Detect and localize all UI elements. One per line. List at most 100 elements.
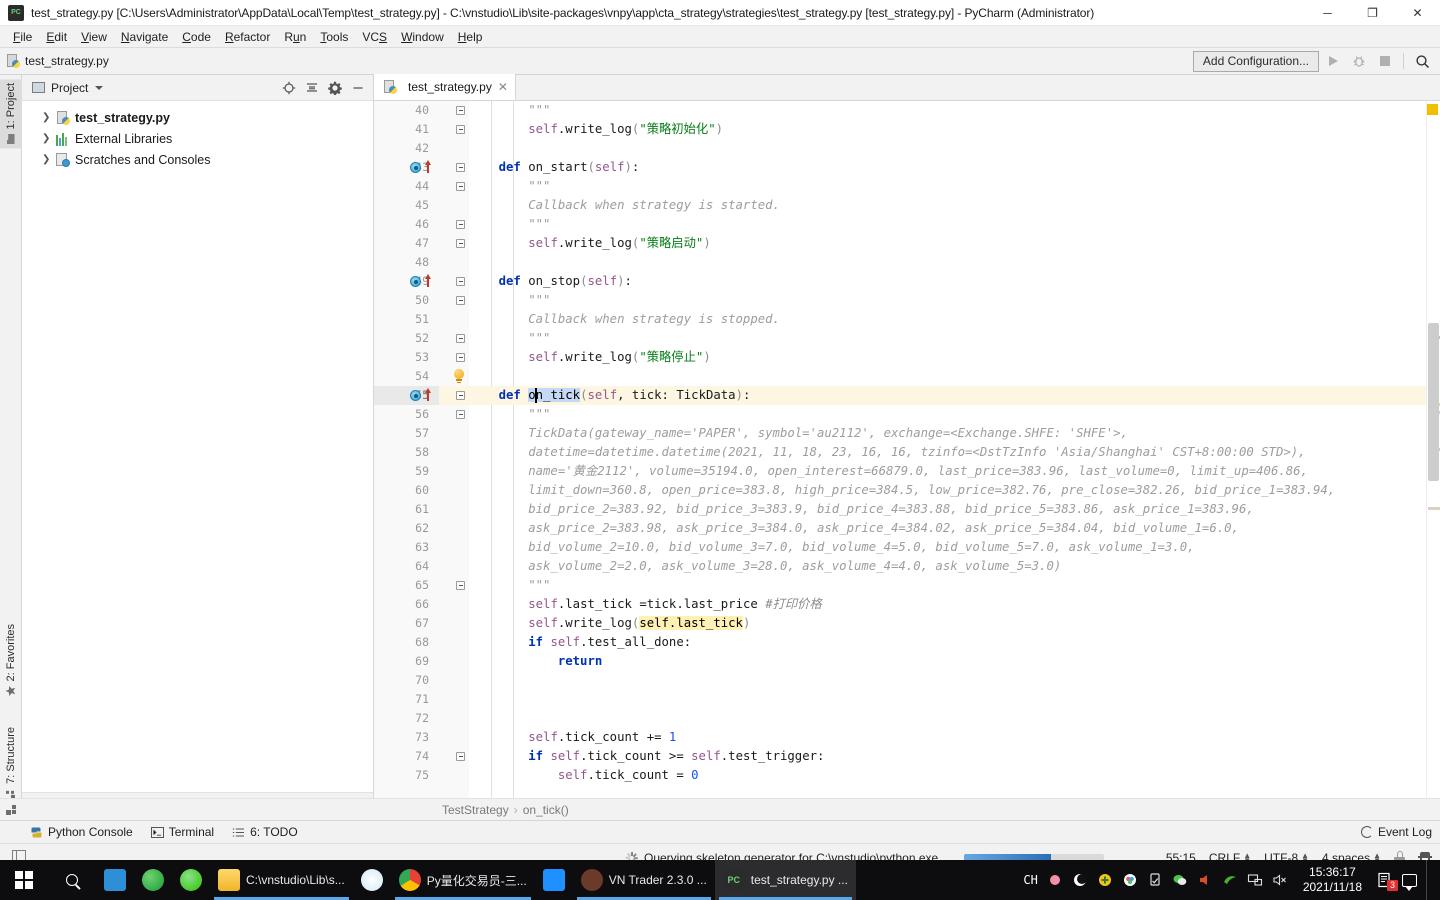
event-log-button[interactable]: Event Log <box>1360 820 1432 843</box>
code-line[interactable] <box>469 367 1426 386</box>
maximize-button[interactable]: ❐ <box>1350 0 1395 26</box>
gutter-row[interactable] <box>439 614 469 633</box>
sidebar-item-project[interactable]: 1: Project <box>0 79 22 149</box>
wechat-icon[interactable] <box>172 860 210 900</box>
editor-body[interactable]: 40 41 42 43 44 45 46 47 48 49 50 51 52 53 54 55 56 57 58 59… <box>374 101 1440 815</box>
gutter-row[interactable] <box>439 215 469 234</box>
gutter-row[interactable] <box>439 291 469 310</box>
fold-icon[interactable] <box>456 334 465 343</box>
code-line[interactable]: datetime=datetime.datetime(2021, 11, 18,… <box>469 443 1426 462</box>
code-line[interactable]: self.tick_count += 1 <box>469 728 1426 747</box>
gutter-row[interactable] <box>439 538 469 557</box>
chevron-right-icon[interactable]: ❯ <box>42 133 53 144</box>
ime-indicator[interactable]: CH <box>1023 873 1037 887</box>
menu-refactor[interactable]: Refactor <box>218 28 277 46</box>
taskbar-app-vntrader[interactable]: VN Trader 2.3.0 ... <box>573 860 715 900</box>
code-line[interactable]: ask_volume_2=2.0, ask_volume_3=28.0, ask… <box>469 557 1426 576</box>
gutter-row[interactable] <box>439 728 469 747</box>
gutter-row[interactable] <box>439 329 469 348</box>
toolbar-file-label[interactable]: test_strategy.py <box>25 54 109 68</box>
code-line[interactable]: self.write_log("策略停止") <box>469 348 1426 367</box>
show-desktop-button[interactable] <box>1426 860 1432 900</box>
fold-icon[interactable] <box>456 125 465 134</box>
gutter-row[interactable] <box>439 690 469 709</box>
fold-icon[interactable] <box>456 106 465 115</box>
fold-icon[interactable] <box>456 277 465 286</box>
notification-list-icon[interactable]: 3 <box>1377 872 1398 891</box>
taskbar-app-chrome[interactable]: Py量化交易员-三... <box>391 860 535 900</box>
settings-gear-icon[interactable] <box>324 77 346 99</box>
editor-scrollbar-thumb[interactable] <box>1428 323 1439 481</box>
chevron-right-icon[interactable]: ❯ <box>42 154 53 165</box>
code-line[interactable]: ask_price_2=383.98, ask_price_3=384.0, a… <box>469 519 1426 538</box>
code-line[interactable]: """ <box>469 215 1426 234</box>
code-line[interactable] <box>469 671 1426 690</box>
gutter-row[interactable] <box>439 139 469 158</box>
intention-bulb-icon[interactable] <box>453 369 465 383</box>
gutter-row[interactable] <box>439 272 469 291</box>
fold-icon[interactable] <box>456 163 465 172</box>
menu-help[interactable]: Help <box>451 28 490 46</box>
code-line[interactable]: self.last_tick =tick.last_price #打印价格 <box>469 595 1426 614</box>
sakura-icon[interactable] <box>1047 872 1063 888</box>
gutter-row[interactable] <box>439 747 469 766</box>
search-icon[interactable] <box>48 860 96 900</box>
gutter-row[interactable] <box>439 234 469 253</box>
wechat-tray-icon[interactable] <box>1172 872 1188 888</box>
speaker-icon[interactable] <box>1197 872 1213 888</box>
breakpoint-icon[interactable] <box>410 276 421 287</box>
gutter-row[interactable] <box>439 386 469 405</box>
sidebar-item-structure[interactable]: 7: Structure <box>0 723 22 803</box>
gutter-row[interactable] <box>439 120 469 139</box>
chevron-down-icon[interactable] <box>95 85 104 90</box>
search-everywhere-icon[interactable] <box>1410 50 1434 72</box>
marker[interactable] <box>1428 507 1440 510</box>
tab-test-strategy[interactable]: test_strategy.py ✕ <box>374 74 516 100</box>
gutter-row[interactable] <box>439 557 469 576</box>
stop-icon[interactable] <box>1373 50 1397 72</box>
fold-icon[interactable] <box>456 391 465 400</box>
rings-icon[interactable] <box>1122 872 1138 888</box>
menu-tools[interactable]: Tools <box>313 28 355 46</box>
code-line[interactable]: """ <box>469 576 1426 595</box>
breadcrumb-class[interactable]: TestStrategy <box>442 803 509 817</box>
override-arrow-icon[interactable] <box>424 274 431 287</box>
gutter-row[interactable] <box>439 481 469 500</box>
code-line[interactable]: TickData(gateway_name='PAPER', symbol='a… <box>469 424 1426 443</box>
gutter-row[interactable] <box>439 196 469 215</box>
gutter-row[interactable] <box>439 595 469 614</box>
event-log[interactable]: Event Log <box>1360 825 1432 839</box>
edge-icon[interactable] <box>134 860 172 900</box>
gutter-row[interactable] <box>439 310 469 329</box>
gutter-row[interactable] <box>439 424 469 443</box>
network-icon[interactable] <box>1247 872 1263 888</box>
windows-start-icon[interactable] <box>0 860 48 900</box>
code-line[interactable]: self.write_log(self.last_tick) <box>469 614 1426 633</box>
add-configuration-button[interactable]: Add Configuration... <box>1192 50 1319 72</box>
line-number-gutter[interactable]: 40 41 42 43 44 45 46 47 48 49 50 51 52 53 54 55 56 57 58 59… <box>374 101 439 815</box>
menu-file[interactable]: File <box>6 28 39 46</box>
code-line[interactable] <box>469 709 1426 728</box>
action-center-icon[interactable] <box>1402 873 1417 891</box>
gutter-row[interactable] <box>439 633 469 652</box>
fold-icon[interactable] <box>456 353 465 362</box>
code-line[interactable]: bid_volume_2=10.0, bid_volume_3=7.0, bid… <box>469 538 1426 557</box>
shield-icon[interactable] <box>1097 872 1113 888</box>
gutter-row[interactable] <box>439 405 469 424</box>
menu-navigate[interactable]: Navigate <box>114 28 175 46</box>
code-line[interactable]: self.write_log("策略初始化") <box>469 120 1426 139</box>
gutter-row[interactable] <box>439 177 469 196</box>
project-panel-title[interactable]: Project <box>51 81 88 95</box>
gutter-row[interactable] <box>439 576 469 595</box>
taskbar-app-explorer[interactable]: C:\vnstudio\Lib\s... <box>210 860 353 900</box>
list-item[interactable]: ❯ test_strategy.py <box>22 107 373 128</box>
code-line[interactable]: limit_down=360.8, open_price=383.8, high… <box>469 481 1426 500</box>
hide-icon[interactable] <box>347 77 369 99</box>
gutter-row[interactable] <box>439 671 469 690</box>
warning-marker[interactable] <box>1427 104 1438 115</box>
chevron-right-icon[interactable]: ❯ <box>42 112 53 123</box>
code-line[interactable]: """ <box>469 405 1426 424</box>
code-line[interactable]: name='黄金2112', volume=35194.0, open_inte… <box>469 462 1426 481</box>
gutter-row[interactable] <box>439 101 469 120</box>
menu-code[interactable]: Code <box>175 28 218 46</box>
